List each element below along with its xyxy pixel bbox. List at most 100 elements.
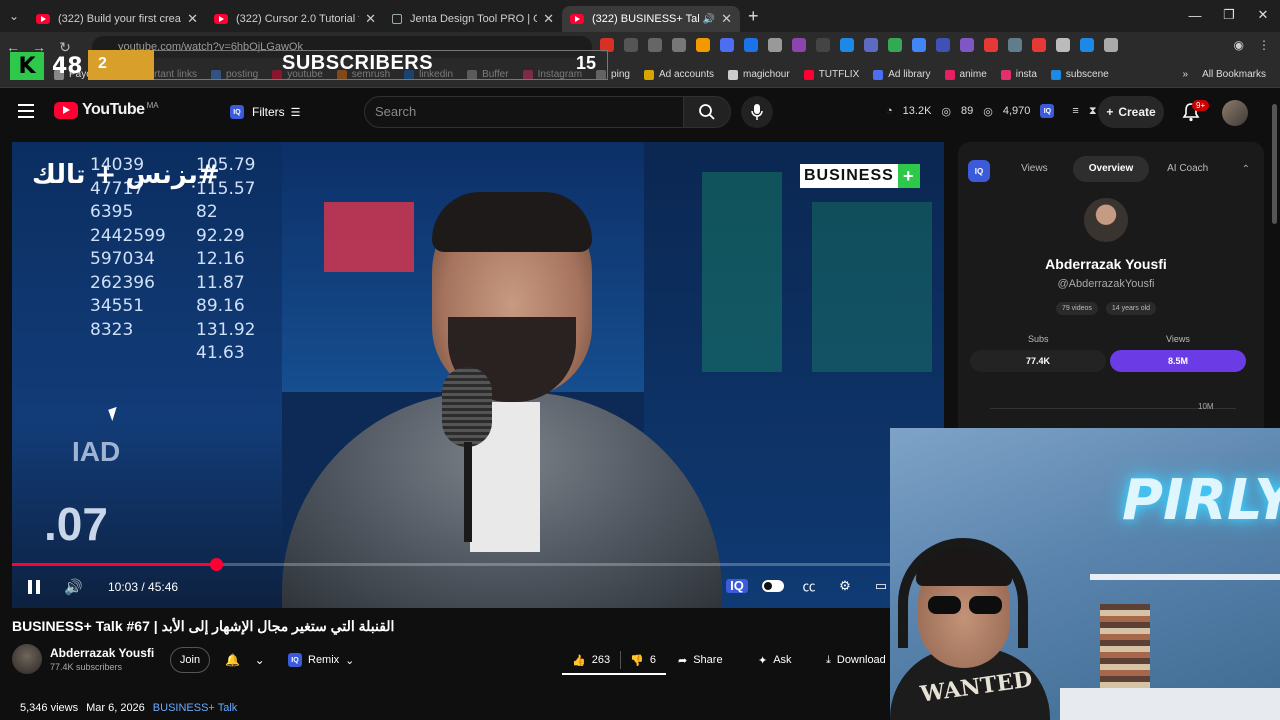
extension-icon[interactable] — [624, 38, 638, 52]
bookmark-icon — [803, 69, 814, 80]
browser-tab[interactable]: (322) Build your first creative A ✕ — [28, 6, 206, 32]
more-bookmarks-icon[interactable]: » — [1183, 69, 1189, 80]
microphone-icon — [751, 104, 763, 120]
extension-icon[interactable] — [1080, 38, 1094, 52]
all-bookmarks-button[interactable]: All Bookmarks — [1202, 69, 1266, 80]
menu-icon[interactable] — [18, 104, 34, 122]
youtube-logo[interactable]: YouTube MA — [54, 101, 159, 119]
bookmark-item[interactable]: anime — [944, 69, 987, 80]
video-tag-link[interactable]: BUSINESS+ Talk — [153, 702, 237, 714]
bookmark-item[interactable]: TUTFLIX — [803, 69, 860, 80]
remix-button[interactable]: IQ Remix ⌄ — [280, 647, 360, 673]
iq-channel-avatar — [1084, 198, 1128, 242]
bookmark-item[interactable]: insta — [1000, 69, 1037, 80]
autoplay-toggle[interactable] — [762, 579, 784, 592]
extension-icon[interactable] — [648, 38, 662, 52]
search-input[interactable]: Search — [364, 96, 684, 128]
search-button[interactable] — [683, 96, 731, 128]
browser-tab[interactable]: (322) Cursor 2.0 Tutorial for Beg ✕ — [206, 6, 384, 32]
extension-icon[interactable] — [720, 38, 734, 52]
profile-icon[interactable]: ◉ — [1234, 38, 1244, 52]
settings-icon[interactable]: ⚙ — [834, 578, 856, 594]
extension-icon[interactable] — [816, 38, 830, 52]
doc-icon — [392, 14, 402, 24]
share-button[interactable]: ➦ Share — [678, 647, 723, 673]
extension-icon[interactable] — [792, 38, 806, 52]
minimize-icon[interactable]: — — [1178, 0, 1212, 30]
close-icon[interactable]: ✕ — [721, 11, 732, 27]
speaker-icon[interactable]: 🔊 — [703, 14, 715, 25]
extension-icon[interactable] — [1104, 38, 1118, 52]
extension-icon[interactable] — [1008, 38, 1022, 52]
miniplayer-icon[interactable]: ▭ — [870, 578, 892, 594]
extension-icon[interactable] — [744, 38, 758, 52]
extension-icon[interactable] — [840, 38, 854, 52]
tab-ai-coach[interactable]: AI Coach — [1149, 156, 1226, 182]
extension-icon[interactable] — [912, 38, 926, 52]
captions-icon[interactable]: ㏄ — [798, 576, 820, 595]
scrollbar-thumb[interactable] — [1272, 104, 1277, 224]
youtube-header: YouTube MA IQ Filters ☰ Search ◔ 13.2K ◎… — [0, 88, 1280, 136]
pause-icon[interactable] — [28, 580, 42, 594]
bookmark-item[interactable]: magichour — [728, 69, 790, 80]
extension-icon[interactable] — [984, 38, 998, 52]
subs-value[interactable]: 77.4K — [970, 350, 1106, 372]
list-icon[interactable]: ≡ — [1072, 105, 1078, 117]
video-progress-bar[interactable] — [12, 558, 944, 571]
close-icon[interactable]: ✕ — [365, 11, 376, 27]
chevron-up-icon[interactable]: ⌃ — [1242, 164, 1250, 175]
extension-icon[interactable] — [888, 38, 902, 52]
close-icon[interactable]: ✕ — [543, 11, 554, 27]
browser-tab[interactable]: Jenta Design Tool PRO | Googl ✕ — [384, 6, 562, 32]
channel-name[interactable]: Abderrazak Yousfi — [50, 646, 154, 660]
extension-icon[interactable] — [1032, 38, 1046, 52]
hourglass-icon[interactable]: ⧗ — [1089, 105, 1097, 118]
create-button[interactable]: + Create — [1098, 96, 1164, 128]
wall-shelf — [1090, 574, 1280, 580]
extension-icon[interactable] — [696, 38, 710, 52]
volume-icon[interactable]: 🔊 — [64, 578, 83, 596]
youtube-logo-text: YouTube — [82, 101, 145, 118]
extension-icon[interactable] — [1056, 38, 1070, 52]
subscription-bell-button[interactable]: 🔔 ⌄ — [218, 647, 272, 673]
more-icon[interactable]: ⋮ — [1258, 38, 1270, 52]
tab-title: (322) Build your first creative A — [58, 13, 181, 25]
neon-sign: PIRLY — [1122, 468, 1280, 533]
voice-search-button[interactable] — [741, 96, 773, 128]
extension-icon[interactable] — [672, 38, 686, 52]
tab-search-icon[interactable]: ⌄ — [0, 9, 28, 23]
filters-button[interactable]: IQ Filters ☰ — [230, 100, 301, 124]
video-player[interactable]: 14039 47717 6395 2442599 597034 262396 34551 83… — [12, 142, 944, 608]
new-tab-icon[interactable]: + — [748, 6, 759, 27]
bookmark-item[interactable]: Ad accounts — [643, 69, 714, 80]
download-button[interactable]: ⤓ Download — [826, 647, 886, 673]
stat-clock-icon: ◔ — [886, 105, 893, 117]
bookmark-item[interactable]: Ad library — [873, 69, 931, 80]
like-button[interactable]: 👍 263 — [562, 654, 620, 667]
close-icon[interactable]: ✕ — [187, 11, 198, 27]
bookmark-label: TUTFLIX — [818, 69, 860, 80]
extension-icon[interactable] — [960, 38, 974, 52]
progress-scrubber[interactable] — [210, 558, 224, 571]
dislike-button[interactable]: 👎 6 — [620, 654, 666, 667]
channel-avatar[interactable] — [12, 644, 42, 674]
extension-icon[interactable] — [936, 38, 950, 52]
tab-overview[interactable]: Overview — [1072, 156, 1150, 182]
maximize-icon[interactable]: ❐ — [1212, 0, 1246, 30]
bookmark-item[interactable]: subscene — [1050, 69, 1109, 80]
window-controls: — ❐ ✕ — [1178, 0, 1280, 30]
iq-player-icon[interactable]: IQ — [726, 578, 748, 593]
ask-button[interactable]: ✦ Ask — [758, 647, 792, 673]
browser-tab-active[interactable]: (322) BUSINESS+ Talk #67 | 🔊 ✕ — [562, 6, 740, 32]
green-panel — [812, 202, 932, 372]
account-avatar[interactable] — [1222, 100, 1248, 126]
extension-icon[interactable] — [768, 38, 782, 52]
join-button[interactable]: Join — [170, 647, 210, 673]
close-window-icon[interactable]: ✕ — [1246, 0, 1280, 30]
extension-icon[interactable] — [864, 38, 878, 52]
tab-views[interactable]: Views — [996, 156, 1073, 182]
iq-icon[interactable]: IQ — [1040, 104, 1055, 118]
iq-icon: IQ — [288, 653, 302, 667]
stat-value-2: 89 — [961, 105, 974, 117]
views-value[interactable]: 8.5M — [1110, 350, 1246, 372]
